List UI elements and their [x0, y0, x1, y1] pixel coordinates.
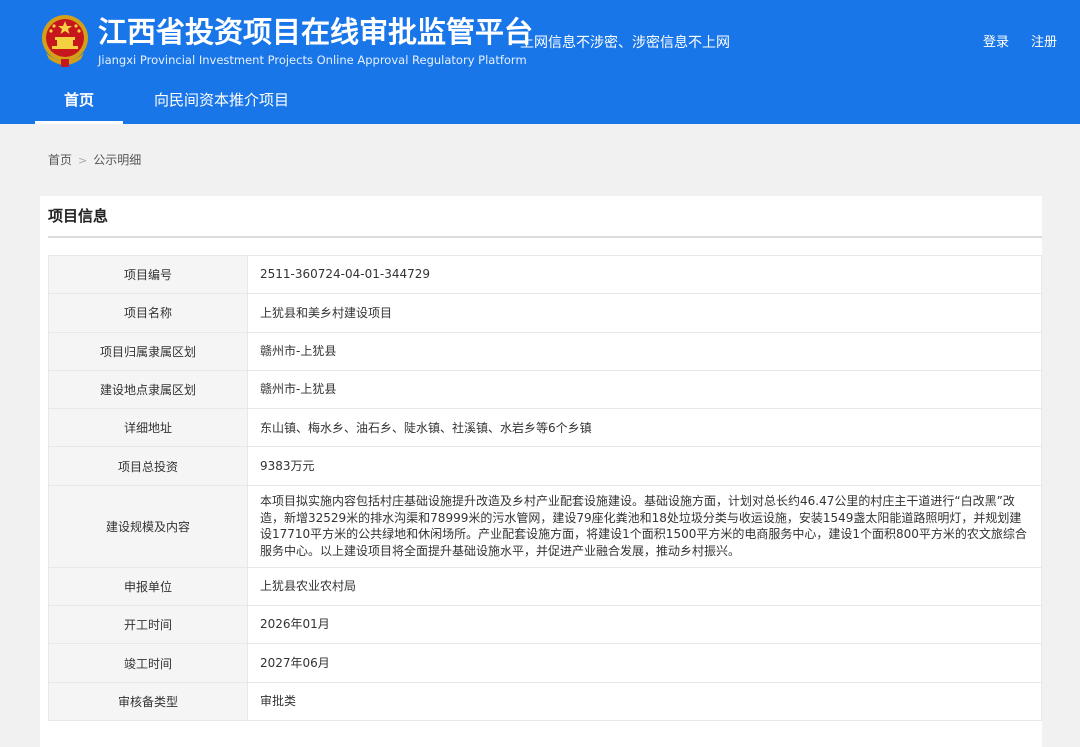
row-label: 建设地点隶属区划 — [48, 369, 248, 410]
site-subtitle: Jiangxi Provincial Investment Projects O… — [98, 53, 527, 67]
table-row-scale-content: 建设规模及内容 本项目拟实施内容包括村庄基础设施提升改造及乡村产业配套设施建设。… — [48, 484, 1042, 568]
site-title: 江西省投资项目在线审批监管平台 — [98, 15, 534, 49]
row-value: 9383万元 — [247, 446, 1042, 486]
project-info-panel: 项目信息 项目编号 2511-360724-04-01-344729 项目名称 … — [40, 196, 1042, 747]
site-slogan: 上网信息不涉密、涉密信息不上网 — [520, 35, 730, 51]
table-row-end-date: 竣工时间 2027年06月 — [48, 643, 1042, 683]
main-nav: 首页 向民间资本推介项目 — [35, 78, 289, 124]
site-header: 江西省投资项目在线审批监管平台 Jiangxi Provincial Inves… — [0, 0, 1080, 124]
row-label: 项目归属隶属区划 — [48, 331, 248, 371]
row-label: 申报单位 — [48, 566, 248, 607]
row-value: 赣州市-上犹县 — [247, 331, 1042, 371]
row-label: 项目编号 — [48, 254, 248, 295]
row-value: 赣州市-上犹县 — [247, 369, 1042, 410]
row-value: 2027年06月 — [247, 643, 1042, 683]
table-row-total-investment: 项目总投资 9383万元 — [48, 446, 1042, 486]
row-label: 建设规模及内容 — [48, 484, 248, 568]
breadcrumb-current: 公示明细 — [93, 153, 142, 167]
row-label: 竣工时间 — [48, 643, 248, 683]
row-value: 审批类 — [247, 681, 1042, 721]
panel-title: 项目信息 — [48, 207, 109, 225]
table-row-project-region: 项目归属隶属区划 赣州市-上犹县 — [48, 331, 1042, 371]
row-value: 东山镇、梅水乡、油石乡、陡水镇、社溪镇、水岩乡等6个乡镇 — [247, 408, 1042, 448]
row-value: 上犹县和美乡村建设项目 — [247, 293, 1042, 333]
table-row-approval-type: 审核备类型 审批类 — [48, 681, 1042, 721]
row-value: 本项目拟实施内容包括村庄基础设施提升改造及乡村产业配套设施建设。基础设施方面，计… — [247, 484, 1042, 568]
panel-divider — [48, 236, 1042, 238]
row-value: 2026年01月 — [247, 605, 1042, 645]
breadcrumb-home-link[interactable]: 首页 — [48, 153, 72, 167]
row-label: 详细地址 — [48, 408, 248, 448]
breadcrumb: 首页 > 公示明细 — [48, 151, 141, 170]
row-label: 审核备类型 — [48, 681, 248, 721]
row-label: 项目总投资 — [48, 446, 248, 486]
row-value: 上犹县农业农村局 — [247, 566, 1042, 607]
table-row-project-name: 项目名称 上犹县和美乡村建设项目 — [48, 293, 1042, 333]
row-value: 2511-360724-04-01-344729 — [247, 254, 1042, 295]
row-label: 开工时间 — [48, 605, 248, 645]
nav-item-home[interactable]: 首页 — [35, 78, 123, 124]
nav-item-private-capital-projects[interactable]: 向民间资本推介项目 — [154, 78, 289, 124]
row-label: 项目名称 — [48, 293, 248, 333]
breadcrumb-separator: > — [78, 154, 88, 167]
table-row-site-region: 建设地点隶属区划 赣州市-上犹县 — [48, 369, 1042, 410]
register-link[interactable]: 注册 — [1031, 33, 1057, 53]
table-row-start-date: 开工时间 2026年01月 — [48, 605, 1042, 645]
table-row-address: 详细地址 东山镇、梅水乡、油石乡、陡水镇、社溪镇、水岩乡等6个乡镇 — [48, 408, 1042, 448]
project-info-table: 项目编号 2511-360724-04-01-344729 项目名称 上犹县和美… — [48, 254, 1042, 721]
login-link[interactable]: 登录 — [983, 33, 1009, 53]
table-row-applicant: 申报单位 上犹县农业农村局 — [48, 566, 1042, 607]
national-emblem-icon — [42, 15, 88, 67]
table-row-project-code: 项目编号 2511-360724-04-01-344729 — [48, 254, 1042, 295]
